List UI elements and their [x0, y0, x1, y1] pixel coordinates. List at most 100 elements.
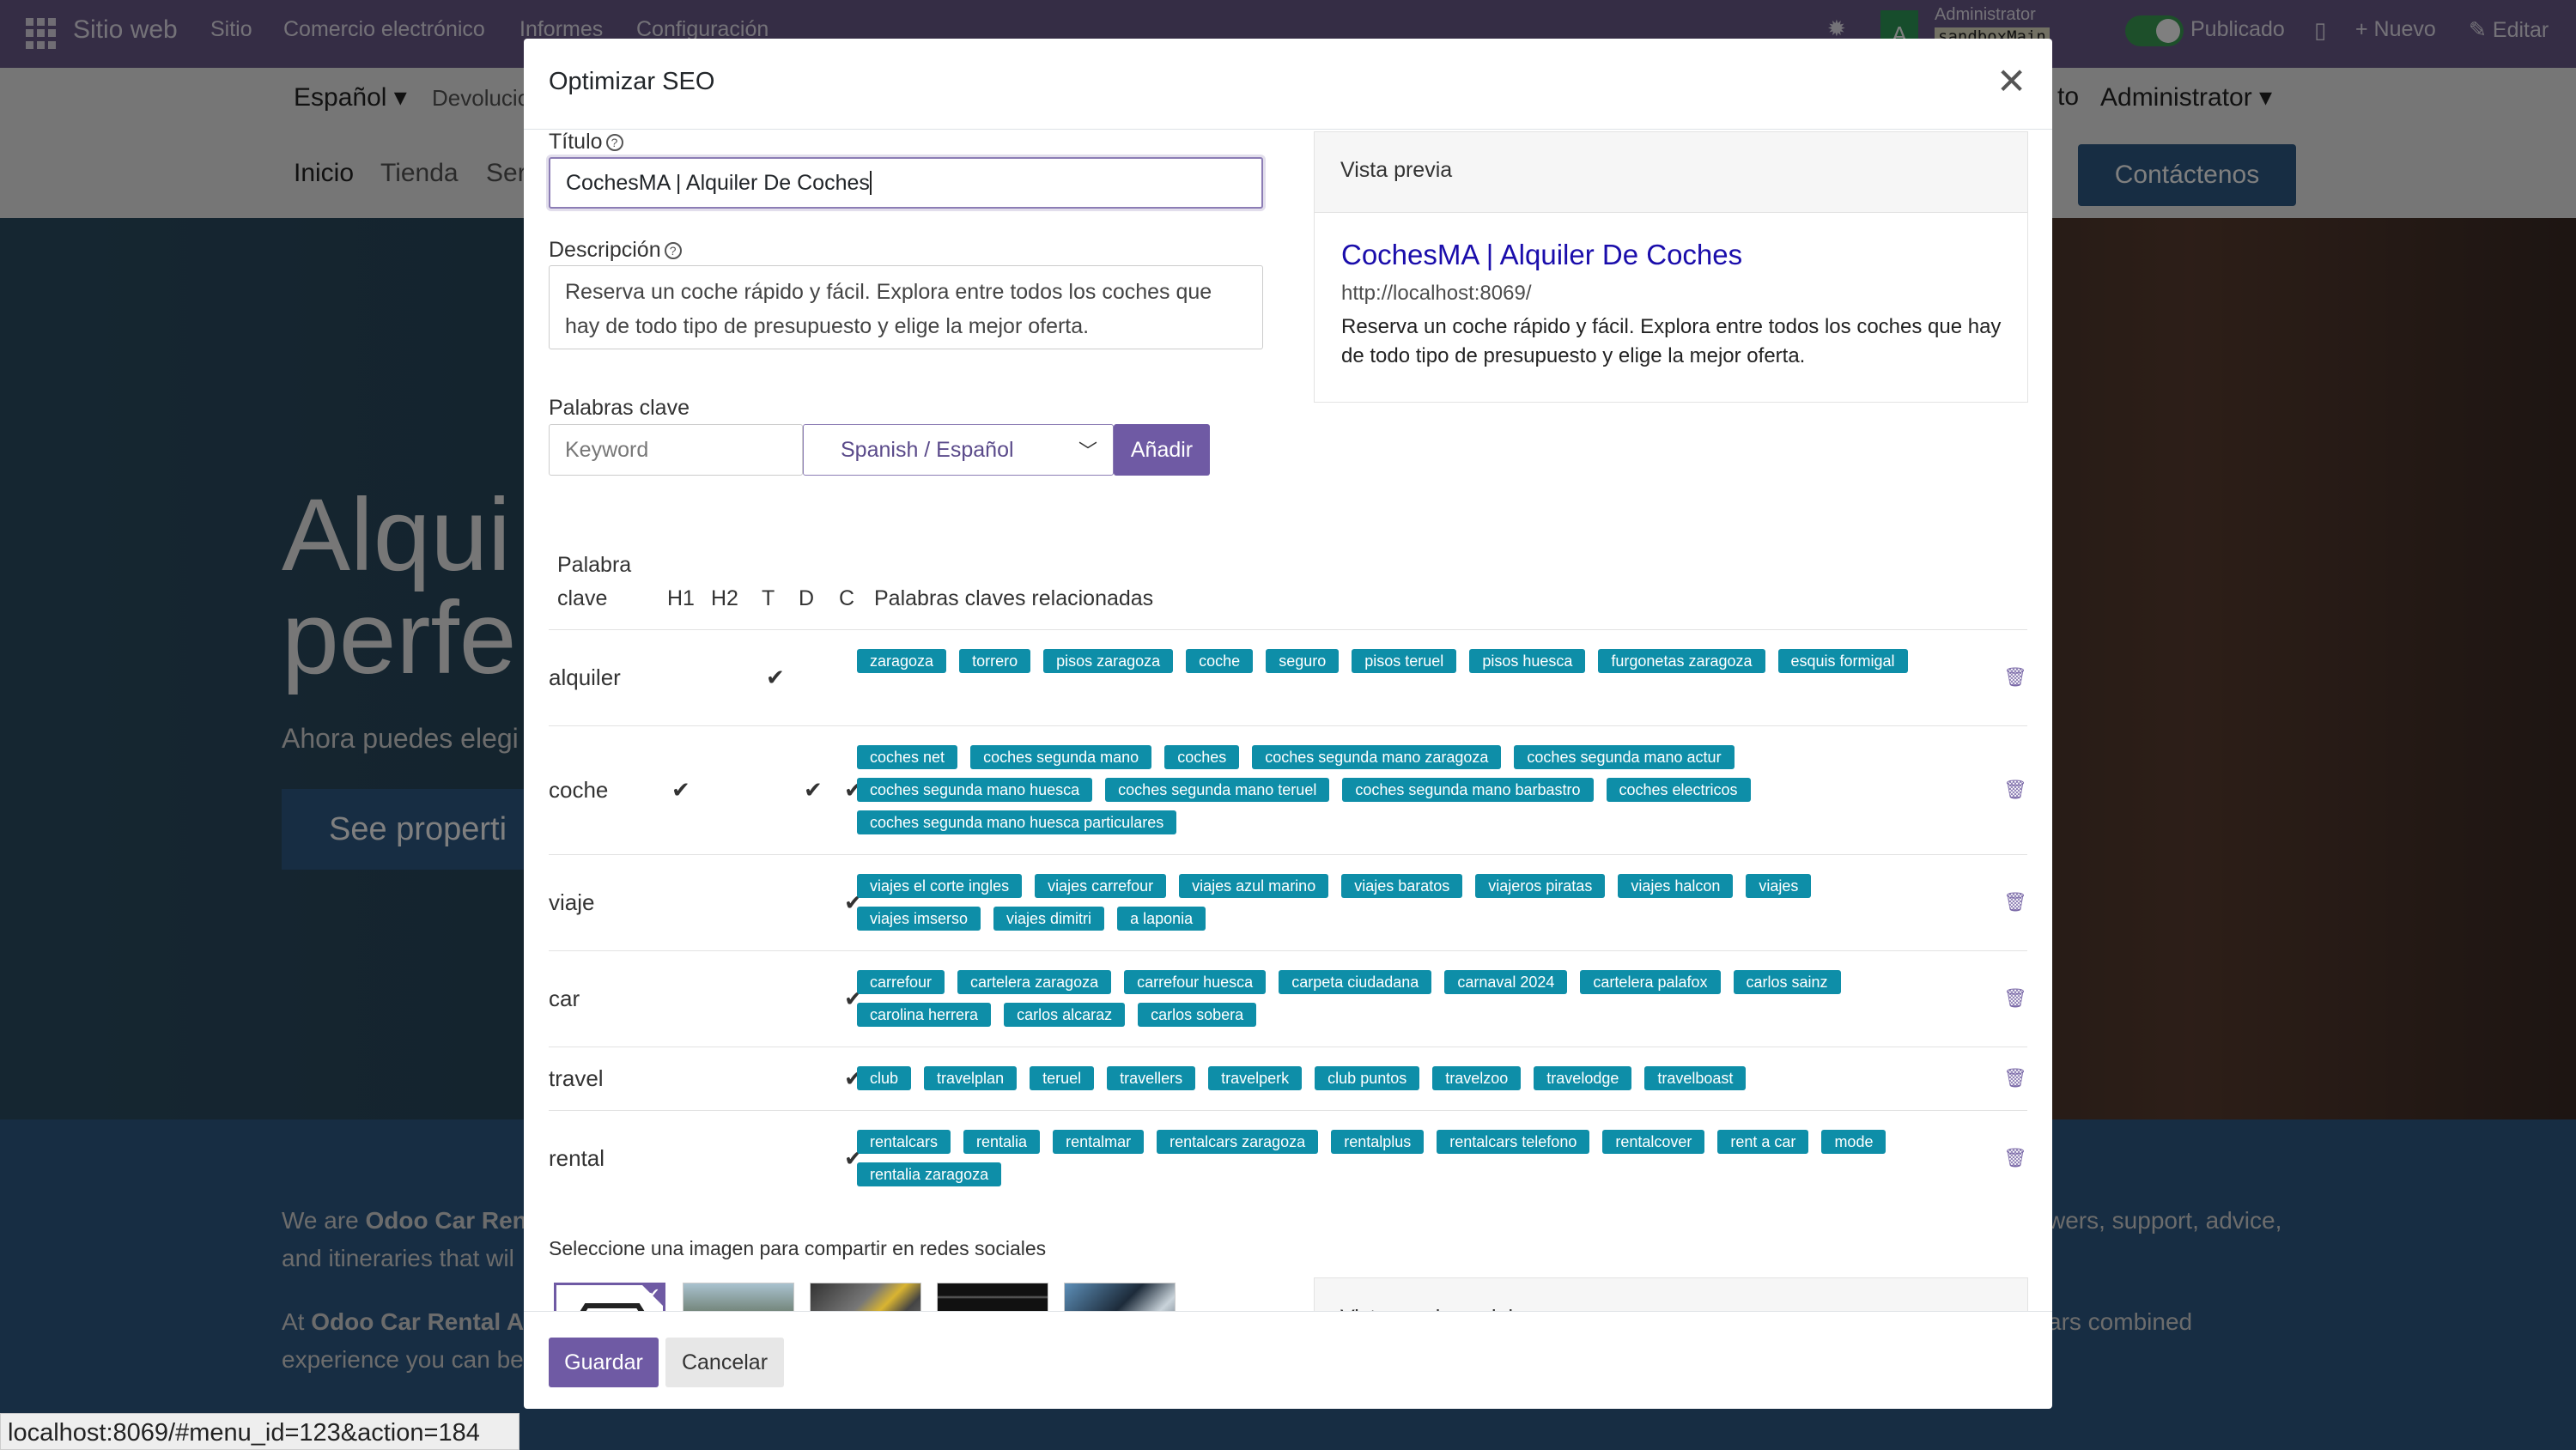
- related-keyword-tag[interactable]: carnaval 2024: [1444, 970, 1568, 994]
- related-keyword-tag[interactable]: viajes halcon: [1618, 874, 1734, 898]
- related-keywords: carrefour cartelera zaragoza carrefour hue…: [857, 970, 1922, 1035]
- related-keyword-tag[interactable]: travelzoo: [1432, 1066, 1522, 1090]
- related-keyword-tag[interactable]: carlos sobera: [1138, 1003, 1257, 1027]
- related-keyword-tag[interactable]: coches segunda mano barbastro: [1342, 778, 1594, 802]
- related-keywords: rentalcars rentalia rentalmar rentalcars za…: [857, 1130, 1922, 1195]
- related-keyword-tag[interactable]: coches segunda mano huesca: [857, 778, 1093, 802]
- related-keyword-tag[interactable]: mode: [1821, 1130, 1886, 1154]
- language-select[interactable]: Spanish / Español ﹀: [803, 424, 1114, 476]
- help-icon[interactable]: ?: [605, 134, 623, 151]
- social-image-car-detail[interactable]: [810, 1283, 921, 1311]
- check-icon: ✔: [671, 777, 690, 803]
- related-keyword-tag[interactable]: seguro: [1266, 649, 1340, 673]
- related-keyword-tag[interactable]: travellers: [1107, 1066, 1196, 1090]
- keyword-row-3: car ✔ carrefour cartelera zaragoza carrefour…: [549, 950, 2027, 1047]
- related-keyword-tag[interactable]: carrefour: [857, 970, 945, 994]
- keyword-name: coche: [549, 777, 609, 803]
- trash-icon[interactable]: 🗑: [2003, 779, 2027, 801]
- related-keywords: viajes el corte ingles viajes carrefour vi…: [857, 874, 1922, 939]
- related-keyword-tag[interactable]: rentalcars telefono: [1437, 1130, 1590, 1154]
- title-input[interactable]: CochesMA | Alquiler De Coches: [549, 157, 1263, 209]
- related-keyword-tag[interactable]: pisos teruel: [1352, 649, 1457, 673]
- trash-icon[interactable]: 🗑: [2003, 891, 2027, 913]
- related-keyword-tag[interactable]: rent a car: [1717, 1130, 1809, 1154]
- related-keyword-tag[interactable]: coches net: [857, 745, 958, 769]
- related-keyword-tag[interactable]: rentalcover: [1602, 1130, 1705, 1154]
- related-keyword-tag[interactable]: viajeros piratas: [1475, 874, 1606, 898]
- related-keyword-tag[interactable]: cartelera zaragoza: [957, 970, 1112, 994]
- check-icon: ✔: [766, 664, 785, 690]
- related-keyword-tag[interactable]: zaragoza: [857, 649, 947, 673]
- help-icon[interactable]: ?: [664, 242, 682, 259]
- keyword-name: rental: [549, 1145, 605, 1171]
- social-image-label: Seleccione una imagen para compartir en …: [549, 1237, 1047, 1259]
- related-keyword-tag[interactable]: pisos zaragoza: [1043, 649, 1174, 673]
- social-image-palms[interactable]: [683, 1283, 794, 1311]
- trash-icon[interactable]: 🗑: [2003, 666, 2027, 689]
- social-image-car-interior[interactable]: [1064, 1283, 1176, 1311]
- related-keyword-tag[interactable]: torrero: [959, 649, 1031, 673]
- preview-description: Reserva un coche rápido y fácil. Explora…: [1341, 315, 2002, 367]
- dialog-header: Optimizar SEO ✕: [524, 39, 2052, 130]
- close-icon[interactable]: ✕: [1996, 64, 2026, 100]
- related-keyword-tag[interactable]: rentalplus: [1331, 1130, 1425, 1154]
- related-keyword-tag[interactable]: pisos huesca: [1469, 649, 1586, 673]
- description-textarea[interactable]: Reserva un coche rápido y fácil. Explora…: [549, 265, 1263, 349]
- col-keyword-2: clave: [557, 586, 608, 610]
- related-keyword-tag[interactable]: rentalia zaragoza: [857, 1162, 1002, 1186]
- related-keyword-tag[interactable]: rentalcars: [857, 1130, 951, 1154]
- related-keyword-tag[interactable]: carlos alcaraz: [1004, 1003, 1126, 1027]
- related-keyword-tag[interactable]: rentalcars zaragoza: [1157, 1130, 1319, 1154]
- related-keyword-tag[interactable]: coches segunda mano zaragoza: [1252, 745, 1502, 769]
- related-keyword-tag[interactable]: club: [857, 1066, 912, 1090]
- check-icon: ✔: [804, 777, 823, 803]
- cancel-button[interactable]: Cancelar: [665, 1338, 784, 1387]
- social-image-car-logo[interactable]: ✔: [554, 1283, 665, 1311]
- related-keyword-tag[interactable]: coche: [1186, 649, 1254, 673]
- trash-icon[interactable]: 🗑: [2003, 987, 2027, 1010]
- related-keyword-tag[interactable]: coches electricos: [1606, 778, 1751, 802]
- add-keyword-button[interactable]: Añadir: [1114, 424, 1210, 476]
- related-keyword-tag[interactable]: viajes azul marino: [1179, 874, 1329, 898]
- save-button[interactable]: Guardar: [549, 1338, 659, 1387]
- related-keyword-tag[interactable]: rentalmar: [1053, 1130, 1145, 1154]
- related-keyword-tag[interactable]: travelplan: [924, 1066, 1018, 1090]
- related-keyword-tag[interactable]: travelboast: [1644, 1066, 1747, 1090]
- col-h1: H1: [667, 586, 695, 610]
- keyword-row-0: alquiler ✔ zaragoza torrero pisos zaragoza co…: [549, 629, 2027, 725]
- related-keyword-tag[interactable]: carpeta ciudadana: [1279, 970, 1432, 994]
- related-keyword-tag[interactable]: coches segunda mano: [970, 745, 1152, 769]
- related-keyword-tag[interactable]: furgonetas zaragoza: [1598, 649, 1765, 673]
- related-keyword-tag[interactable]: coches segunda mano teruel: [1105, 778, 1330, 802]
- related-keyword-tag[interactable]: travelodge: [1534, 1066, 1632, 1090]
- related-keyword-tag[interactable]: travelperk: [1208, 1066, 1303, 1090]
- related-keyword-tag[interactable]: viajes imserso: [857, 907, 981, 931]
- related-keyword-tag[interactable]: viajes el corte ingles: [857, 874, 1023, 898]
- related-keyword-tag[interactable]: viajes carrefour: [1035, 874, 1167, 898]
- related-keyword-tag[interactable]: coches segunda mano huesca particulares: [857, 810, 1177, 834]
- social-image-lights[interactable]: [937, 1283, 1048, 1311]
- related-keyword-tag[interactable]: club puntos: [1315, 1066, 1420, 1090]
- keyword-input[interactable]: Keyword: [549, 424, 803, 476]
- chevron-down-icon: ﹀: [1078, 440, 1097, 462]
- related-keyword-tag[interactable]: a laponia: [1117, 907, 1206, 931]
- search-preview: Vista previa CochesMA | Alquiler De Coch…: [1314, 131, 2028, 403]
- related-keyword-tag[interactable]: viajes baratos: [1341, 874, 1463, 898]
- related-keyword-tag[interactable]: teruel: [1030, 1066, 1095, 1090]
- related-keyword-tag[interactable]: rentalia: [963, 1130, 1041, 1154]
- col-d: D: [799, 586, 815, 610]
- related-keyword-tag[interactable]: coches: [1164, 745, 1240, 769]
- related-keyword-tag[interactable]: esquis formigal: [1777, 649, 1908, 673]
- related-keyword-tag[interactable]: carlos sainz: [1733, 970, 1841, 994]
- related-keyword-tag[interactable]: coches segunda mano actur: [1514, 745, 1735, 769]
- related-keyword-tag[interactable]: carrefour huesca: [1124, 970, 1267, 994]
- related-keywords: coches net coches segunda mano coches coche…: [857, 745, 1922, 843]
- related-keyword-tag[interactable]: cartelera palafox: [1580, 970, 1721, 994]
- trash-icon[interactable]: 🗑: [2003, 1067, 2027, 1089]
- trash-icon[interactable]: 🗑: [2003, 1147, 2027, 1169]
- keyword-name: car: [549, 986, 580, 1011]
- status-url: localhost:8069/#menu_id=123&action=184: [0, 1413, 519, 1450]
- related-keyword-tag[interactable]: carolina herrera: [857, 1003, 992, 1027]
- related-keyword-tag[interactable]: viajes dimitri: [993, 907, 1105, 931]
- related-keyword-tag[interactable]: viajes: [1746, 874, 1812, 898]
